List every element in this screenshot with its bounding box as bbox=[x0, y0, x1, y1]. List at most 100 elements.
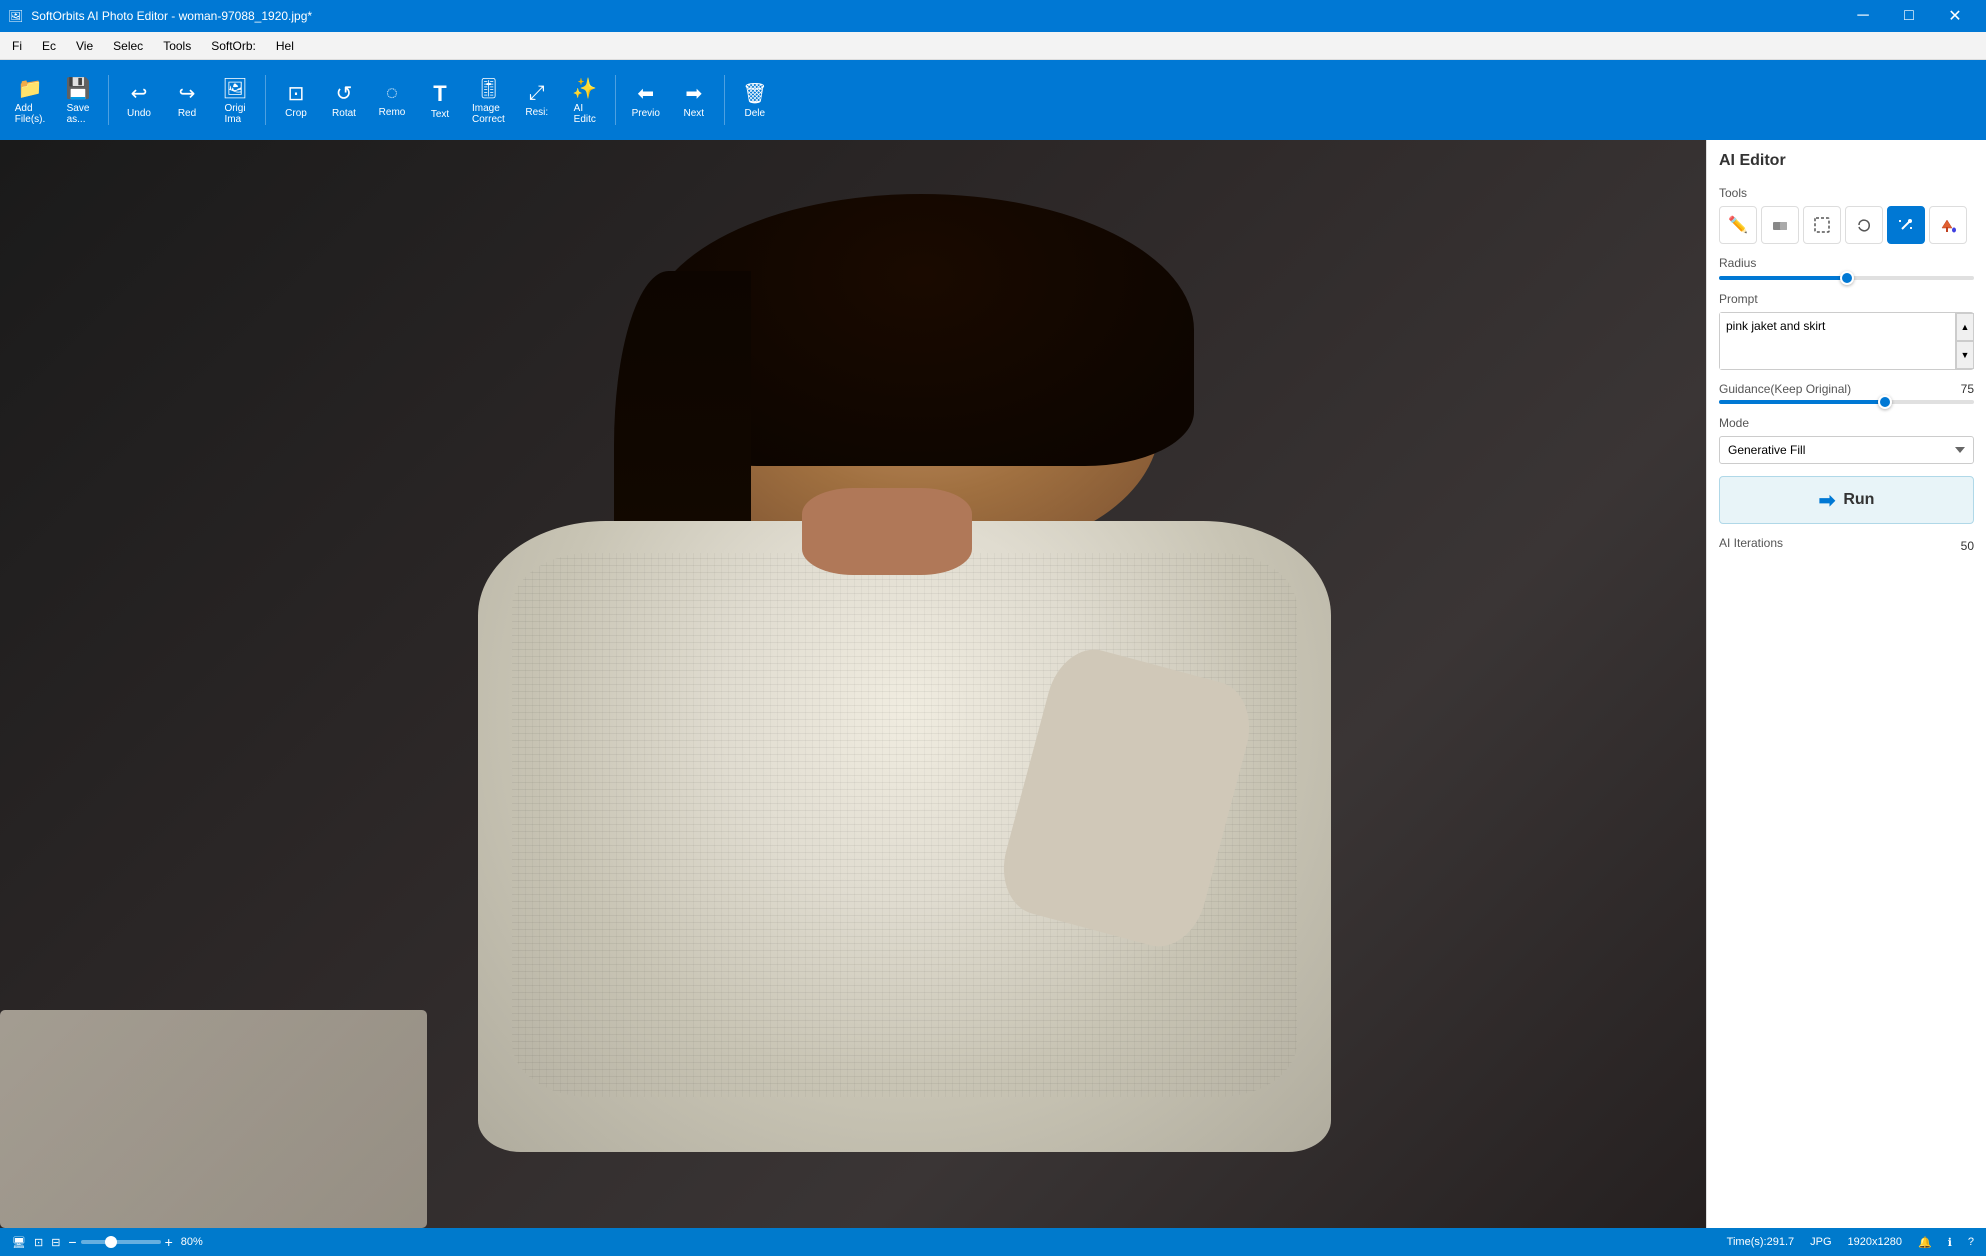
menu-softorb[interactable]: SoftOrb: bbox=[203, 35, 264, 57]
prompt-scroll-up-button[interactable]: ▲ bbox=[1956, 313, 1974, 341]
rotate-button[interactable]: ↺ Rotat bbox=[322, 66, 366, 134]
iterations-value: 50 bbox=[1961, 539, 1974, 553]
ai-edit-label: AIEditc bbox=[574, 103, 596, 125]
radius-slider-fill bbox=[1719, 276, 1847, 280]
time-display: Time(s):291.7 bbox=[1727, 1236, 1794, 1248]
resize-button[interactable]: ⤢ Resi: bbox=[515, 66, 559, 134]
mode-select-container: Generative Fill Inpainting Outpainting bbox=[1719, 436, 1974, 464]
canvas-area[interactable] bbox=[0, 140, 1706, 1228]
undo-icon: ↩ bbox=[131, 81, 148, 106]
separator-1 bbox=[108, 75, 109, 125]
save-label: Saveas... bbox=[67, 103, 90, 125]
mode-select[interactable]: Generative Fill Inpainting Outpainting bbox=[1719, 436, 1974, 464]
next-button[interactable]: ➡ Next bbox=[672, 66, 716, 134]
menu-view[interactable]: Vie bbox=[68, 35, 101, 57]
rect-select-tool[interactable] bbox=[1803, 206, 1841, 244]
original-label: OrigiIma bbox=[224, 103, 245, 125]
zoom-slider[interactable] bbox=[81, 1240, 161, 1244]
guidance-slider-thumb[interactable] bbox=[1878, 395, 1892, 409]
status-zoom-fit-icon[interactable]: ⊡ bbox=[34, 1236, 43, 1249]
redo-label: Red bbox=[178, 108, 196, 119]
paint-bucket-tool[interactable] bbox=[1929, 206, 1967, 244]
tools-label: Tools bbox=[1719, 186, 1974, 200]
panel-title: AI Editor bbox=[1719, 152, 1974, 170]
ai-edit-button[interactable]: ✨ AIEditc bbox=[563, 66, 607, 134]
title-bar: 🖼 SoftOrbits AI Photo Editor - woman-970… bbox=[0, 0, 1986, 32]
image-correct-label: ImageCorrect bbox=[472, 103, 505, 125]
status-right: Time(s):291.7 JPG 1920x1280 🔔 ℹ ? bbox=[1727, 1236, 1974, 1249]
undo-button[interactable]: ↩ Undo bbox=[117, 66, 161, 134]
help-icon[interactable]: ? bbox=[1968, 1236, 1974, 1248]
info-icon[interactable]: ℹ bbox=[1948, 1236, 1952, 1249]
dimensions-display: 1920x1280 bbox=[1848, 1236, 1902, 1248]
close-button[interactable]: ✕ bbox=[1932, 0, 1978, 32]
menu-tools[interactable]: Tools bbox=[155, 35, 199, 57]
image-correct-button[interactable]: 🎚 ImageCorrect bbox=[466, 66, 511, 134]
menu-select[interactable]: Selec bbox=[105, 35, 151, 57]
redo-icon: ↪ bbox=[179, 81, 196, 106]
add-file-button[interactable]: 📁 AddFile(s). bbox=[8, 66, 52, 134]
separator-4 bbox=[724, 75, 725, 125]
menu-file[interactable]: Fi bbox=[4, 35, 30, 57]
minimize-button[interactable]: ─ bbox=[1840, 0, 1886, 32]
prompt-label: Prompt bbox=[1719, 292, 1974, 306]
redo-button[interactable]: ↪ Red bbox=[165, 66, 209, 134]
prompt-scroll-down-button[interactable]: ▼ bbox=[1956, 341, 1974, 369]
resize-label: Resi: bbox=[525, 107, 548, 118]
status-bar: 🖥 ⊡ ⊟ − + 80% Time(s):291.7 JPG 1920x128… bbox=[0, 1228, 1986, 1256]
mode-label: Mode bbox=[1719, 416, 1974, 430]
radius-section: Radius bbox=[1719, 256, 1974, 280]
guidance-slider-track[interactable] bbox=[1719, 400, 1974, 404]
maximize-button[interactable]: □ bbox=[1886, 0, 1932, 32]
delete-button[interactable]: 🗑 Dele bbox=[733, 66, 777, 134]
text-label: Text bbox=[431, 109, 449, 120]
app-icon: 🖼 bbox=[8, 9, 23, 23]
remove-label: Remo bbox=[379, 107, 406, 118]
delete-icon: 🗑 bbox=[742, 81, 767, 106]
prompt-section: Prompt pink jaket and skirt ▲ ▼ bbox=[1719, 292, 1974, 370]
text-button[interactable]: T Text bbox=[418, 66, 462, 134]
magic-wand-tool[interactable] bbox=[1887, 206, 1925, 244]
save-icon: 💾 bbox=[66, 76, 91, 101]
guidance-value: 75 bbox=[1961, 382, 1974, 396]
window-title: SoftOrbits AI Photo Editor - woman-97088… bbox=[31, 9, 312, 23]
zoom-thumb[interactable] bbox=[105, 1236, 117, 1248]
photo-display bbox=[0, 140, 1706, 1228]
crop-icon: ⊡ bbox=[288, 81, 305, 106]
mode-section: Mode Generative Fill Inpainting Outpaint… bbox=[1719, 416, 1974, 464]
rotate-icon: ↺ bbox=[336, 81, 353, 106]
zoom-minus-icon[interactable]: − bbox=[68, 1234, 76, 1250]
status-left: 🖥 ⊡ ⊟ − + 80% bbox=[12, 1234, 203, 1250]
eraser-tool[interactable] bbox=[1761, 206, 1799, 244]
crop-button[interactable]: ⊡ Crop bbox=[274, 66, 318, 134]
radius-slider-track[interactable] bbox=[1719, 276, 1974, 280]
zoom-plus-icon[interactable]: + bbox=[165, 1234, 173, 1250]
tools-row: ✏️ bbox=[1719, 206, 1974, 244]
undo-label: Undo bbox=[127, 108, 151, 119]
menu-edit[interactable]: Ec bbox=[34, 35, 64, 57]
pencil-tool[interactable]: ✏️ bbox=[1719, 206, 1757, 244]
delete-label: Dele bbox=[745, 108, 766, 119]
guidance-slider-fill bbox=[1719, 400, 1885, 404]
status-zoom-out-icon[interactable]: ⊟ bbox=[51, 1236, 60, 1249]
photo-background bbox=[0, 140, 1706, 1228]
add-file-label: AddFile(s). bbox=[15, 103, 46, 125]
menu-help[interactable]: Hel bbox=[268, 35, 302, 57]
save-as-button[interactable]: 💾 Saveas... bbox=[56, 66, 100, 134]
next-icon: ➡ bbox=[685, 81, 702, 106]
original-button[interactable]: 🖼 OrigiIma bbox=[213, 66, 257, 134]
prompt-container: pink jaket and skirt ▲ ▼ bbox=[1719, 312, 1974, 370]
radius-slider-thumb[interactable] bbox=[1840, 271, 1854, 285]
main-area: AI Editor Tools ✏️ bbox=[0, 140, 1986, 1228]
run-label: Run bbox=[1843, 491, 1874, 509]
menu-bar: Fi Ec Vie Selec Tools SoftOrb: Hel bbox=[0, 32, 1986, 60]
previous-button[interactable]: ⬅ Previo bbox=[624, 66, 668, 134]
ai-edit-icon: ✨ bbox=[572, 76, 597, 101]
remove-button[interactable]: ◌ Remo bbox=[370, 66, 414, 134]
image-correct-icon: 🎚 bbox=[476, 76, 501, 101]
toolbar: 📁 AddFile(s). 💾 Saveas... ↩ Undo ↪ Red 🖼… bbox=[0, 60, 1986, 140]
run-button[interactable]: ➡ Run bbox=[1719, 476, 1974, 524]
notification-icon[interactable]: 🔔 bbox=[1918, 1236, 1932, 1249]
prompt-input[interactable]: pink jaket and skirt bbox=[1720, 313, 1955, 369]
lasso-tool[interactable] bbox=[1845, 206, 1883, 244]
